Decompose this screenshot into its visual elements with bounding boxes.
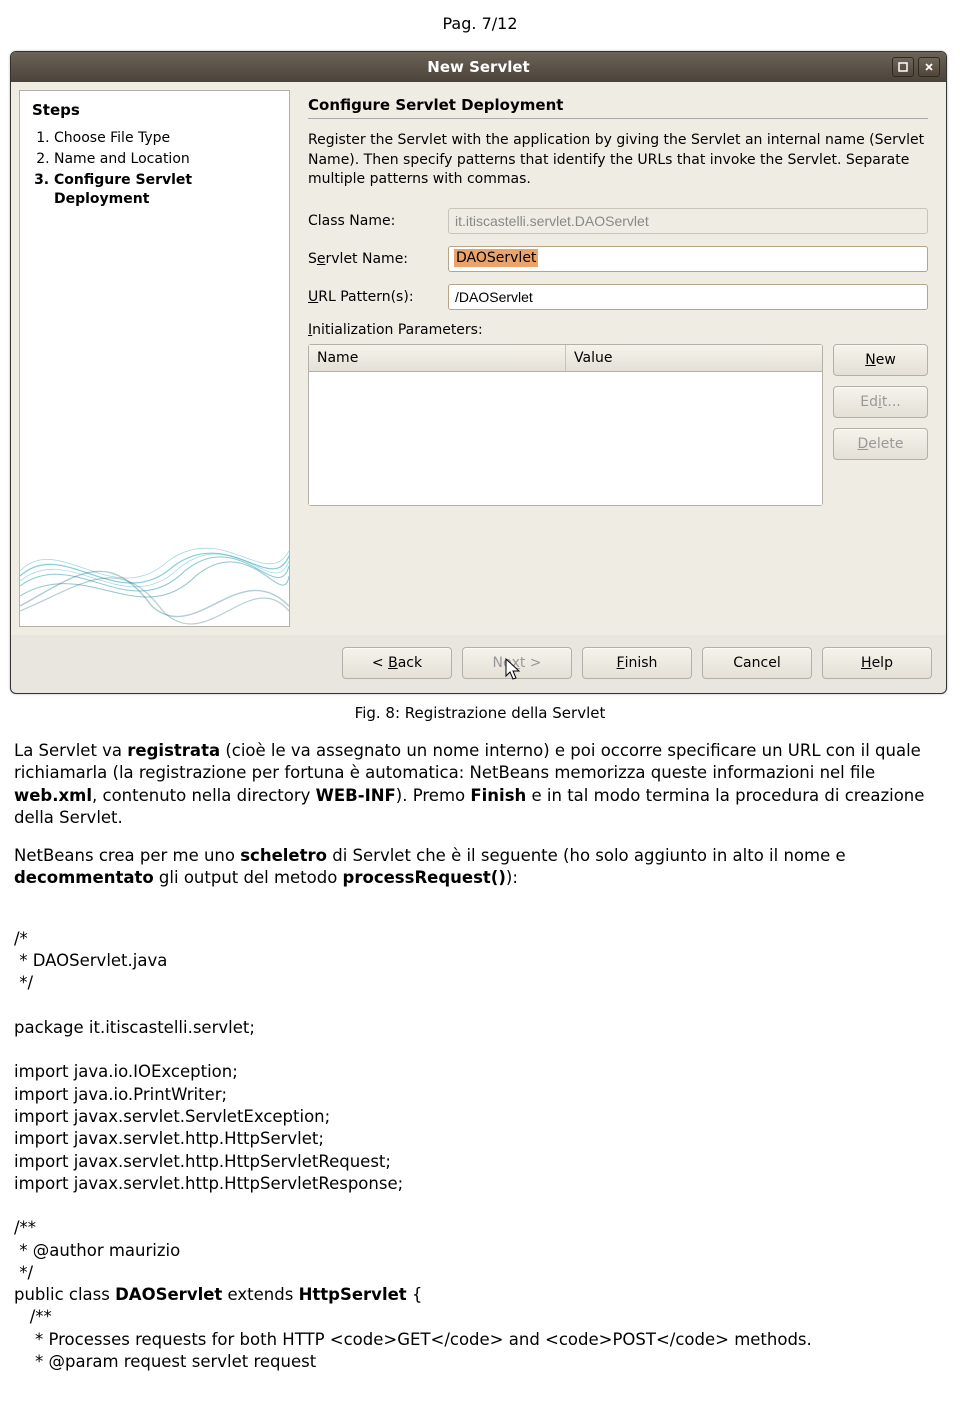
- code-block: /* * DAOServlet.java */ package it.itisc…: [0, 906, 960, 1374]
- help-button[interactable]: Help: [822, 647, 932, 679]
- step-item-current: Configure Servlet Deployment: [54, 171, 277, 209]
- paragraph-1: La Servlet va registrata (cioè le va ass…: [14, 740, 946, 829]
- edit-button: Edit...: [833, 386, 928, 418]
- dialog-window: New Servlet Steps Choose File Type Name …: [10, 51, 947, 694]
- back-button[interactable]: < Back: [342, 647, 452, 679]
- steps-panel: Steps Choose File Type Name and Location…: [19, 90, 290, 627]
- url-pattern-field[interactable]: [448, 284, 928, 310]
- step-item: Choose File Type: [54, 129, 277, 148]
- window-title: New Servlet: [427, 58, 529, 76]
- url-pattern-row: URL Pattern(s):: [308, 284, 928, 310]
- paragraph-2: NetBeans crea per me uno scheletro di Se…: [14, 845, 946, 890]
- dialog-body: Steps Choose File Type Name and Location…: [11, 82, 946, 635]
- form-description: Register the Servlet with the applicatio…: [308, 131, 928, 190]
- column-header-name[interactable]: Name: [309, 345, 566, 371]
- finish-button[interactable]: Finish: [582, 647, 692, 679]
- class-name-field: [448, 208, 928, 234]
- init-params-table-body: [309, 372, 822, 505]
- new-button[interactable]: New: [833, 344, 928, 376]
- window-titlebar: New Servlet: [11, 52, 946, 82]
- wizard-decorative-art: [20, 516, 289, 626]
- page-number: Pag. 7/12: [0, 0, 960, 51]
- next-button: Next >: [462, 647, 572, 679]
- steps-title: Steps: [32, 101, 277, 119]
- divider: [308, 118, 928, 119]
- init-params-label: Initialization Parameters:: [308, 322, 928, 338]
- maximize-button[interactable]: [892, 57, 914, 77]
- column-header-value[interactable]: Value: [566, 345, 822, 371]
- form-title: Configure Servlet Deployment: [308, 96, 928, 114]
- figure-caption: Fig. 8: Registrazione della Servlet: [0, 694, 960, 740]
- servlet-name-field[interactable]: [448, 246, 928, 272]
- url-pattern-label: URL Pattern(s):: [308, 289, 448, 305]
- servlet-name-label: Servlet Name:: [308, 251, 448, 267]
- screenshot-container: New Servlet Steps Choose File Type Name …: [0, 51, 960, 694]
- class-name-row: Class Name:: [308, 208, 928, 234]
- init-params-table[interactable]: Name Value: [308, 344, 823, 506]
- servlet-name-row: Servlet Name: DAOServlet: [308, 246, 928, 272]
- close-button[interactable]: [918, 57, 940, 77]
- dialog-footer: < Back Next > Finish Cancel Help: [11, 635, 946, 693]
- form-panel: Configure Servlet Deployment Register th…: [298, 90, 938, 627]
- step-item: Name and Location: [54, 150, 277, 169]
- class-name-label: Class Name:: [308, 213, 448, 229]
- delete-button: Delete: [833, 428, 928, 460]
- cancel-button[interactable]: Cancel: [702, 647, 812, 679]
